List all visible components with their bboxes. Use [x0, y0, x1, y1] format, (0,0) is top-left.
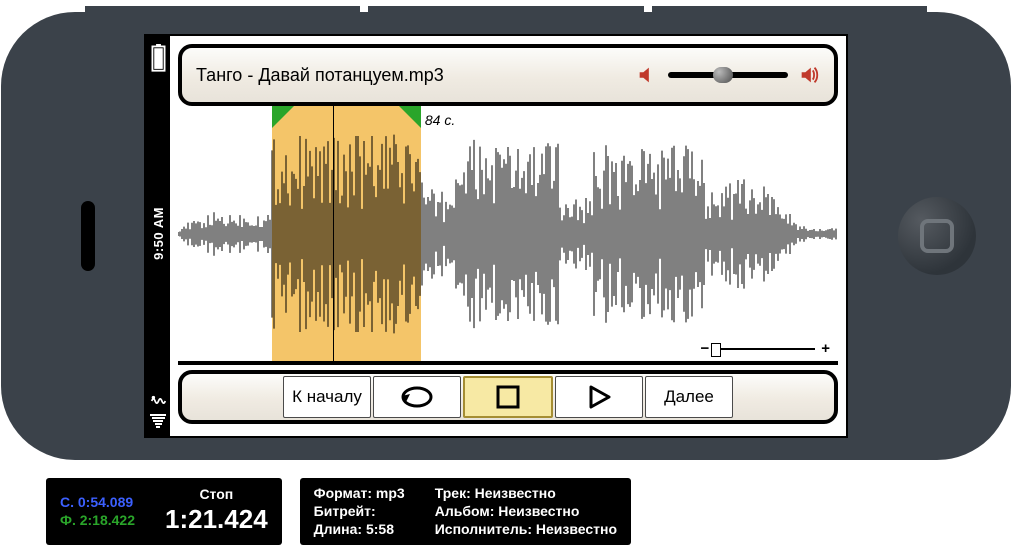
vibrate-icon — [150, 394, 167, 408]
device-screen: 9:50 AM Танго - Давай потанцуем.mp3 — [144, 34, 848, 438]
selection-end-marker[interactable] — [399, 106, 421, 128]
meta-track: Неизвестно — [475, 485, 556, 501]
loop-button[interactable] — [373, 376, 461, 418]
play-icon — [585, 383, 613, 411]
speaker-low-icon — [636, 64, 658, 86]
c-prefix: С. — [60, 494, 74, 510]
info-row: С. 0:54.089 Ф. 2:18.422 Стоп 1:21.424 Фо… — [46, 478, 966, 545]
controls-panel: К началу Далее — [178, 370, 838, 424]
state-label: Стоп — [165, 485, 268, 503]
phone-speaker-slot — [81, 201, 95, 271]
zoom-in-label[interactable]: + — [821, 340, 830, 357]
volume-slider-thumb[interactable] — [713, 67, 733, 83]
f-time: 2:18.422 — [80, 512, 135, 528]
zoom-slider-track[interactable] — [715, 348, 815, 350]
battery-icon — [150, 44, 167, 73]
begin-button[interactable]: К началу — [283, 376, 371, 418]
play-button[interactable] — [555, 376, 643, 418]
zoom-out-label[interactable]: − — [700, 340, 709, 357]
c-time: 0:54.089 — [78, 494, 133, 510]
playhead-line — [333, 106, 334, 361]
status-panel: С. 0:54.089 Ф. 2:18.422 Стоп 1:21.424 — [46, 478, 282, 545]
header-panel: Танго - Давай потанцуем.mp3 — [178, 44, 838, 106]
zoom-slider-thumb[interactable] — [711, 343, 721, 357]
waveform-graphic — [178, 106, 838, 361]
app-area: Танго - Давай потанцуем.mp3 — [170, 36, 846, 436]
file-title: Танго - Давай потанцуем.mp3 — [196, 65, 444, 86]
selection-duration-label: 84 c. — [425, 112, 455, 128]
phone-frame: 9:50 AM Танго - Давай потанцуем.mp3 — [1, 6, 1011, 466]
status-time: 9:50 AM — [151, 207, 166, 260]
home-button[interactable] — [898, 197, 976, 275]
loop-icon — [395, 382, 439, 412]
meta-artist: Неизвестно — [536, 521, 617, 537]
zoom-control[interactable]: − + — [700, 340, 830, 357]
f-prefix: Ф. — [60, 512, 76, 528]
selection-start-marker[interactable] — [272, 106, 294, 128]
signal-icon — [150, 414, 166, 428]
elapsed-time: 1:21.424 — [165, 503, 268, 537]
volume-slider-track[interactable] — [668, 72, 788, 78]
metadata-panel: Формат: mp3 Битрейт: Длина: 5:58 Трек: Н… — [300, 478, 631, 545]
stop-icon — [494, 383, 522, 411]
next-button[interactable]: Далее — [645, 376, 733, 418]
meta-format: mp3 — [376, 485, 405, 501]
phone-top-stripes — [85, 6, 927, 12]
waveform-area[interactable]: 0:54 2:18 84 c. − + — [178, 106, 838, 365]
status-bar: 9:50 AM — [146, 36, 170, 436]
speaker-high-icon — [798, 64, 820, 86]
volume-control[interactable] — [636, 64, 820, 86]
meta-length: 5:58 — [366, 521, 394, 537]
stop-button[interactable] — [463, 376, 553, 418]
meta-album: Неизвестно — [498, 503, 579, 519]
